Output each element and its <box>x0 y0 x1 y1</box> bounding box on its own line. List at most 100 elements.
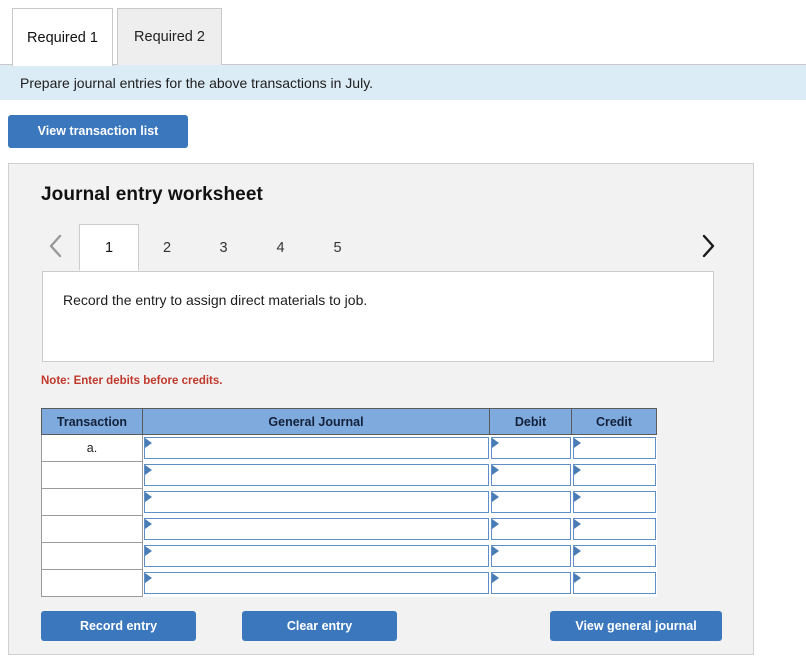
table-row: a. <box>41 434 657 462</box>
required-tab-strip: Required 1 Required 2 <box>0 0 806 66</box>
column-header-debit: Debit <box>489 408 572 435</box>
worksheet-page-tab-4[interactable]: 4 <box>252 224 309 271</box>
dropdown-triangle-icon <box>573 491 581 502</box>
transaction-label-cell <box>41 515 143 543</box>
credit-input-4[interactable] <box>572 517 656 540</box>
worksheet-page-tab-3[interactable]: 3 <box>195 224 252 271</box>
debits-before-credits-note: Note: Enter debits before credits. <box>41 375 223 387</box>
worksheet-page-tab-4-label: 4 <box>276 239 285 256</box>
dropdown-triangle-icon <box>573 437 581 448</box>
general-journal-account-select-5[interactable] <box>144 544 489 567</box>
credit-input-cell[interactable] <box>571 488 657 516</box>
dropdown-triangle-icon <box>573 545 581 556</box>
general-journal-account-select-3[interactable] <box>144 490 489 513</box>
chevron-left-icon[interactable] <box>41 224 71 268</box>
debit-input-cell[interactable] <box>489 542 572 570</box>
dropdown-triangle-icon <box>573 518 581 529</box>
dropdown-triangle-icon <box>491 518 499 529</box>
credit-input-cell[interactable] <box>571 461 657 489</box>
dropdown-triangle-icon <box>491 545 499 556</box>
general-journal-account-select-1[interactable] <box>144 436 489 459</box>
general-journal-account-select-4[interactable] <box>144 517 489 540</box>
credit-input-1[interactable] <box>572 436 656 459</box>
worksheet-page-tab-5-label: 5 <box>333 239 342 256</box>
worksheet-page-tab-1[interactable]: 1 <box>79 224 139 271</box>
dropdown-triangle-icon <box>145 464 152 475</box>
journal-entry-table: Transaction General Journal Debit Credit… <box>41 408 657 597</box>
view-transaction-list-button[interactable]: View transaction list <box>8 115 188 148</box>
debit-input-6[interactable] <box>490 571 571 594</box>
debit-input-1[interactable] <box>490 436 571 459</box>
transaction-label-cell <box>41 488 143 516</box>
instruction-bar: Prepare journal entries for the above tr… <box>0 65 806 100</box>
worksheet-page-tab-1-label: 1 <box>104 239 114 256</box>
debit-input-5[interactable] <box>490 544 571 567</box>
credit-input-6[interactable] <box>572 571 656 594</box>
dropdown-triangle-icon <box>145 437 152 448</box>
debit-input-cell[interactable] <box>489 569 572 597</box>
credit-input-cell[interactable] <box>571 434 657 462</box>
entry-description-text: Record the entry to assign direct materi… <box>63 292 368 308</box>
view-general-journal-button[interactable]: View general journal <box>550 611 722 641</box>
dropdown-triangle-icon <box>491 464 499 475</box>
transaction-label-cell <box>41 569 143 597</box>
table-row <box>41 515 657 543</box>
record-entry-button[interactable]: Record entry <box>41 611 196 641</box>
column-header-credit: Credit <box>571 408 657 435</box>
general-journal-input-cell[interactable] <box>142 515 490 543</box>
table-row <box>41 461 657 489</box>
worksheet-page-tab-5[interactable]: 5 <box>309 224 366 271</box>
credit-input-cell[interactable] <box>571 569 657 597</box>
credit-input-3[interactable] <box>572 490 656 513</box>
worksheet-title: Journal entry worksheet <box>41 184 263 205</box>
transaction-label-cell: a. <box>41 434 143 462</box>
debit-input-3[interactable] <box>490 490 571 513</box>
tab-required-1-label: Required 1 <box>27 29 98 46</box>
debit-input-cell[interactable] <box>489 461 572 489</box>
credit-input-5[interactable] <box>572 544 656 567</box>
column-header-general-journal: General Journal <box>142 408 490 435</box>
worksheet-page-tab-2-label: 2 <box>162 239 172 256</box>
column-header-transaction: Transaction <box>41 408 143 435</box>
debit-input-cell[interactable] <box>489 515 572 543</box>
dropdown-triangle-icon <box>573 572 581 583</box>
worksheet-pager: 1 2 3 4 5 <box>41 224 723 272</box>
dropdown-triangle-icon <box>145 572 152 583</box>
dropdown-triangle-icon <box>573 464 581 475</box>
general-journal-account-select-2[interactable] <box>144 463 489 486</box>
worksheet-page-tab-3-label: 3 <box>219 239 228 256</box>
debit-input-2[interactable] <box>490 463 571 486</box>
general-journal-input-cell[interactable] <box>142 542 490 570</box>
instruction-text: Prepare journal entries for the above tr… <box>20 74 374 91</box>
debit-input-cell[interactable] <box>489 434 572 462</box>
dropdown-triangle-icon <box>145 545 152 556</box>
tab-required-1[interactable]: Required 1 <box>12 8 113 66</box>
dropdown-triangle-icon <box>145 518 152 529</box>
dropdown-triangle-icon <box>491 572 499 583</box>
clear-entry-button[interactable]: Clear entry <box>242 611 397 641</box>
general-journal-input-cell[interactable] <box>142 488 490 516</box>
table-row <box>41 569 657 597</box>
tab-required-2[interactable]: Required 2 <box>117 8 222 65</box>
general-journal-input-cell[interactable] <box>142 569 490 597</box>
worksheet-page-tab-2[interactable]: 2 <box>139 224 195 271</box>
dropdown-triangle-icon <box>145 491 152 502</box>
chevron-right-icon[interactable] <box>693 224 723 268</box>
journal-entry-worksheet-panel: Journal entry worksheet 1 2 3 4 5 Record… <box>8 163 754 655</box>
tab-required-2-label: Required 2 <box>134 29 205 45</box>
table-row <box>41 542 657 570</box>
table-row <box>41 488 657 516</box>
transaction-label-cell <box>41 461 143 489</box>
debit-input-4[interactable] <box>490 517 571 540</box>
dropdown-triangle-icon <box>491 437 499 448</box>
transaction-label-cell <box>41 542 143 570</box>
dropdown-triangle-icon <box>491 491 499 502</box>
table-header-row: Transaction General Journal Debit Credit <box>41 408 657 435</box>
general-journal-input-cell[interactable] <box>142 434 490 462</box>
credit-input-cell[interactable] <box>571 542 657 570</box>
general-journal-account-select-6[interactable] <box>144 571 489 594</box>
credit-input-2[interactable] <box>572 463 656 486</box>
general-journal-input-cell[interactable] <box>142 461 490 489</box>
debit-input-cell[interactable] <box>489 488 572 516</box>
credit-input-cell[interactable] <box>571 515 657 543</box>
